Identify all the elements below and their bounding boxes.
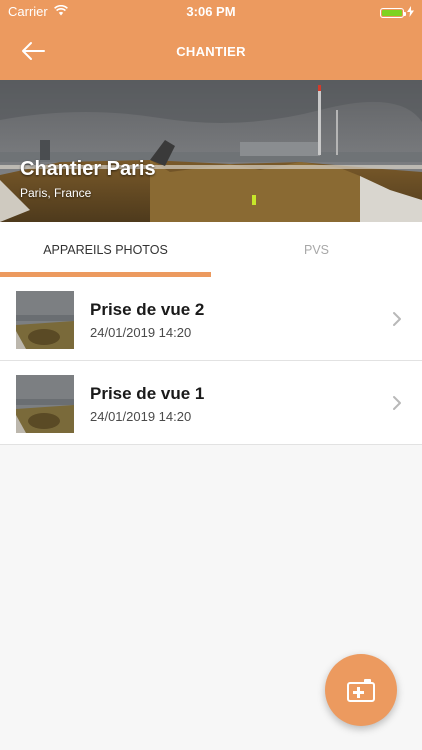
list-item[interactable]: Prise de vue 2 24/01/2019 14:20	[0, 277, 422, 361]
charging-icon	[407, 5, 414, 20]
status-time: 3:06 PM	[186, 4, 236, 19]
photo-thumbnail	[16, 291, 74, 349]
battery-level	[382, 9, 402, 16]
photo-title: Prise de vue 2	[90, 300, 205, 319]
chevron-right-icon	[393, 396, 401, 410]
add-photo-button[interactable]	[325, 654, 397, 726]
site-banner: Chantier Paris Paris, France	[0, 80, 422, 222]
photo-date: 24/01/2019 14:20	[90, 325, 192, 340]
photo-thumbnail	[16, 375, 74, 433]
photo-title: Prise de vue 1	[90, 384, 205, 403]
status-right	[380, 5, 414, 20]
top-bar: Carrier 3:06 PM CHANTIER	[0, 0, 422, 80]
list-item[interactable]: Prise de vue 1 24/01/2019 14:20	[0, 361, 422, 445]
photo-date: 24/01/2019 14:20	[90, 409, 192, 424]
tab-bar: APPAREILS PHOTOS PVS	[0, 222, 422, 277]
battery-icon	[380, 7, 406, 18]
status-bar: Carrier 3:06 PM	[0, 0, 422, 22]
page-title: CHANTIER	[176, 44, 246, 59]
add-camera-icon	[347, 679, 375, 702]
site-photo	[0, 80, 422, 222]
tab-appareils-photos[interactable]: APPAREILS PHOTOS	[0, 222, 211, 277]
site-name: Chantier Paris	[20, 158, 156, 180]
tab-pvs[interactable]: PVS	[211, 222, 422, 277]
site-location: Paris, France	[20, 186, 92, 200]
photo-list: Prise de vue 2 24/01/2019 14:20 Prise de…	[0, 277, 422, 445]
chevron-right-icon	[393, 312, 401, 326]
